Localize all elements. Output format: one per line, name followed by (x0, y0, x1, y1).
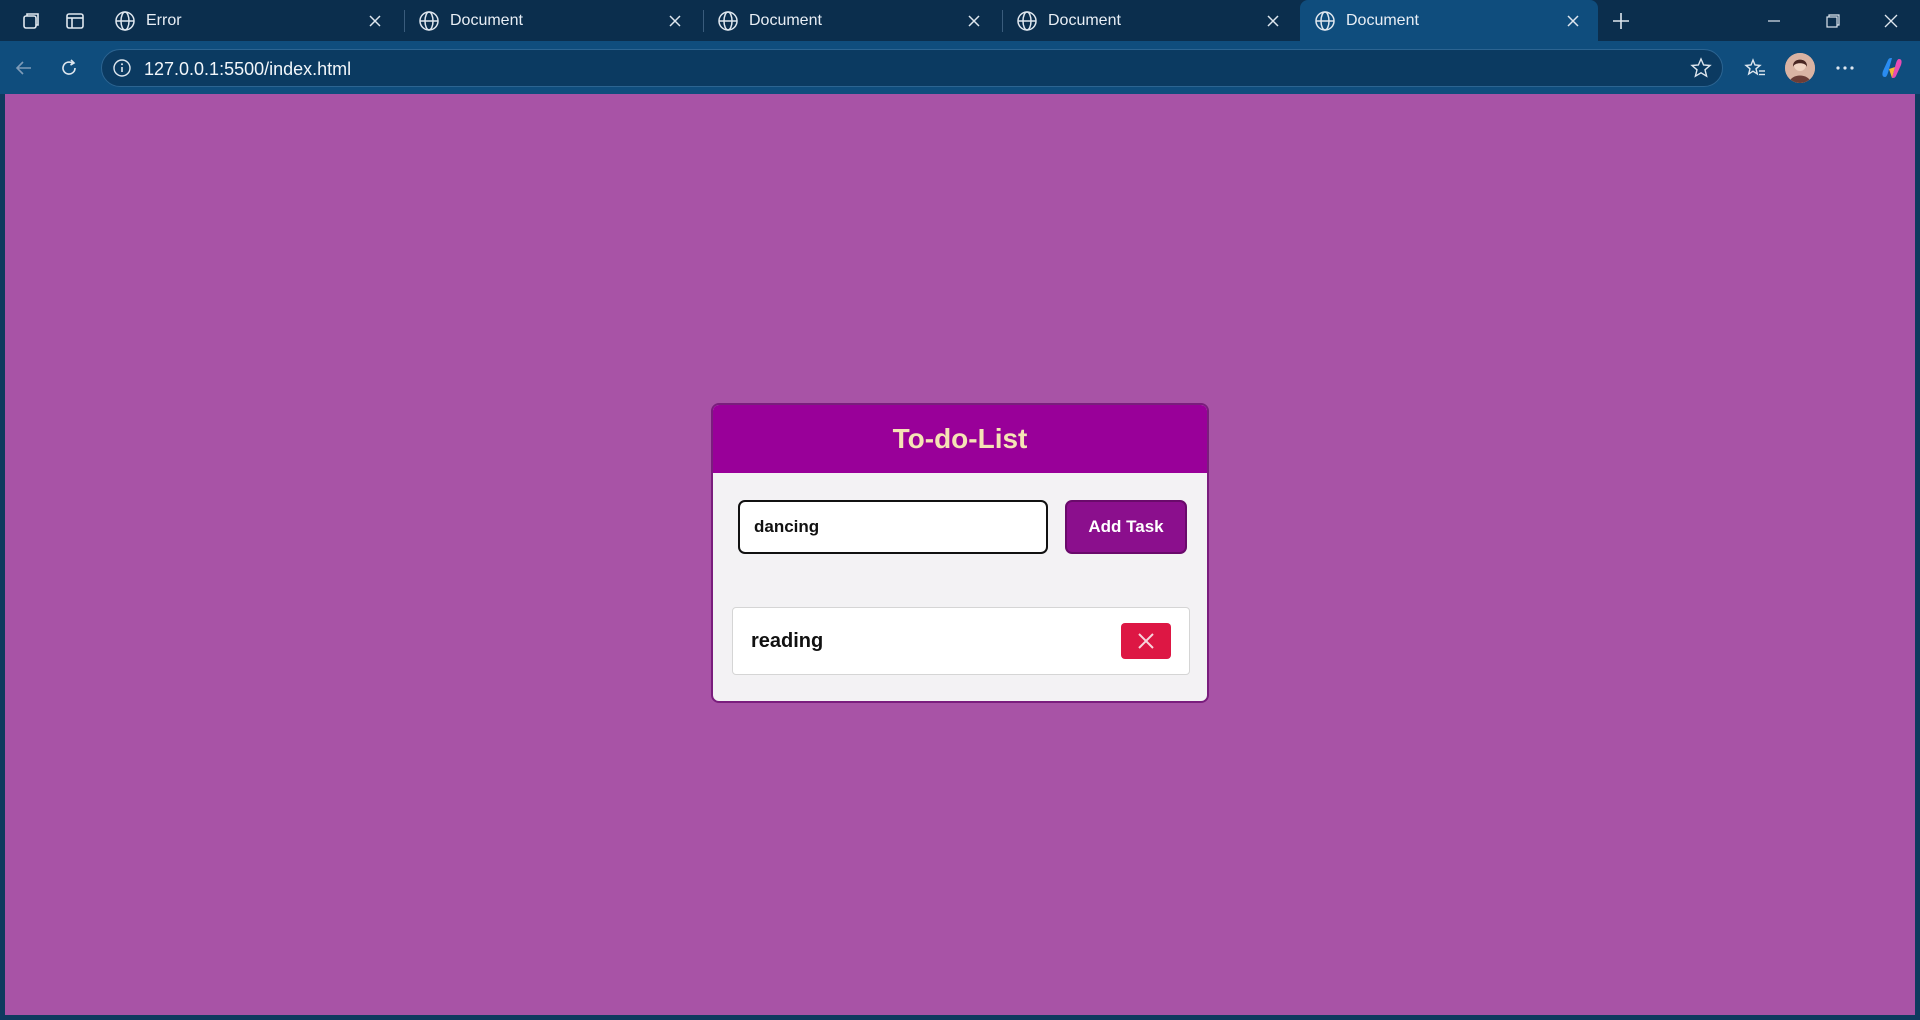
favorites-icon[interactable] (1740, 53, 1770, 83)
globe-icon (1315, 10, 1335, 31)
tab-document-1[interactable]: Document (404, 0, 700, 41)
task-input[interactable] (738, 500, 1048, 554)
delete-task-button[interactable] (1121, 623, 1171, 659)
more-menu-icon[interactable] (1830, 53, 1860, 83)
close-icon (1138, 633, 1154, 649)
tab-title: Document (450, 11, 523, 29)
close-tab-icon[interactable] (963, 10, 985, 32)
todo-card: To-do-List Add Task reading (711, 403, 1209, 703)
url-text: 127.0.0.1:5500/index.html (144, 59, 352, 79)
tab-error[interactable]: Error (100, 0, 400, 41)
close-tab-icon[interactable] (664, 10, 686, 32)
close-window-icon[interactable] (1862, 0, 1920, 41)
close-tab-icon[interactable] (364, 10, 386, 32)
tab-title: Error (146, 11, 182, 29)
app-title: To-do-List (892, 423, 1028, 454)
vertical-tabs-icon[interactable] (61, 7, 89, 35)
globe-icon (718, 10, 738, 31)
copilot-icon[interactable] (1877, 53, 1907, 83)
close-tab-icon[interactable] (1562, 10, 1584, 32)
restore-icon[interactable] (1804, 0, 1862, 41)
favorite-star-icon[interactable] (1690, 57, 1712, 79)
tab-title: Document (749, 11, 822, 29)
close-tab-icon[interactable] (1262, 10, 1284, 32)
tab-document-2[interactable]: Document (703, 0, 999, 41)
task-text: reading (751, 630, 824, 652)
tab-title: Document (1346, 11, 1419, 29)
add-task-button[interactable]: Add Task (1065, 500, 1187, 554)
profile-avatar[interactable] (1785, 53, 1815, 83)
new-tab-icon[interactable] (1607, 7, 1635, 35)
task-list-item: reading (732, 607, 1190, 675)
site-info-icon[interactable] (112, 58, 132, 78)
minimize-icon[interactable] (1745, 0, 1803, 41)
back-arrow-icon[interactable] (10, 54, 38, 82)
card-header: To-do-List (713, 405, 1207, 473)
globe-icon (115, 10, 135, 31)
globe-icon (1017, 10, 1037, 31)
address-bar[interactable]: 127.0.0.1:5500/index.html (101, 49, 1723, 87)
browser-toolbar: 127.0.0.1:5500/index.html (0, 41, 1920, 94)
tab-title: Document (1048, 11, 1121, 29)
workspaces-icon[interactable] (17, 7, 45, 35)
refresh-icon[interactable] (55, 54, 83, 82)
tab-document-active[interactable]: Document (1300, 0, 1598, 41)
tab-bar: Error Document Document Document Documen… (0, 0, 1920, 41)
tab-document-3[interactable]: Document (1002, 0, 1298, 41)
page-viewport: To-do-List Add Task reading (5, 94, 1915, 1015)
globe-icon (419, 10, 439, 31)
